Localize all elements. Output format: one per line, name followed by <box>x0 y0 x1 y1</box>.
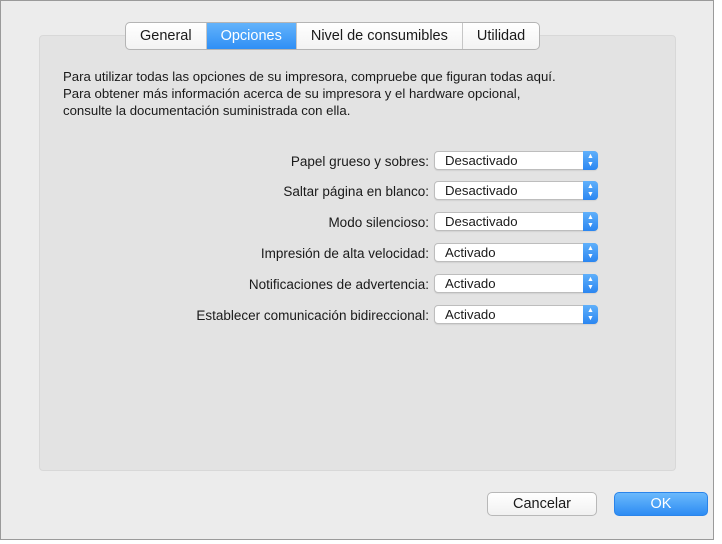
select-value: Desactivado <box>445 214 518 229</box>
option-row-saltar-pagina: Saltar página en blanco: Desactivado ▲ ▼ <box>1 181 722 203</box>
tab-nivel-de-consumibles[interactable]: Nivel de consumibles <box>297 23 463 49</box>
option-label: Saltar página en blanco: <box>283 184 429 199</box>
option-row-papel-grueso: Papel grueso y sobres: Desactivado ▲ ▼ <box>1 151 722 173</box>
select-value: Activado <box>445 245 496 260</box>
ok-button[interactable]: OK <box>614 492 708 516</box>
option-label: Papel grueso y sobres: <box>290 154 429 169</box>
intro-line-3: consulte la documentación suministrada c… <box>63 103 351 118</box>
updown-chevron-icon: ▲ ▼ <box>583 212 598 231</box>
updown-chevron-icon: ▲ ▼ <box>583 151 598 170</box>
option-label: Notificaciones de advertencia: <box>248 277 429 292</box>
tab-utilidad[interactable]: Utilidad <box>463 23 539 49</box>
tab-general[interactable]: General <box>126 23 207 49</box>
option-row-notificaciones: Notificaciones de advertencia: Activado … <box>1 274 722 296</box>
option-label: Impresión de alta velocidad: <box>260 246 429 261</box>
saltar-pagina-select[interactable]: Desactivado ▲ ▼ <box>434 181 598 200</box>
updown-chevron-icon: ▲ ▼ <box>583 305 598 324</box>
select-value: Activado <box>445 307 496 322</box>
cancel-button[interactable]: Cancelar <box>487 492 597 516</box>
updown-chevron-icon: ▲ ▼ <box>583 181 598 200</box>
tab-opciones[interactable]: Opciones <box>206 23 297 49</box>
intro-line-2: Para obtener más información acerca de s… <box>63 86 521 101</box>
comunicacion-bidireccional-select[interactable]: Activado ▲ ▼ <box>434 305 598 324</box>
notificaciones-select[interactable]: Activado ▲ ▼ <box>434 274 598 293</box>
papel-grueso-select[interactable]: Desactivado ▲ ▼ <box>434 151 598 170</box>
alta-velocidad-select[interactable]: Activado ▲ ▼ <box>434 243 598 262</box>
select-value: Desactivado <box>445 153 518 168</box>
option-label: Modo silencioso: <box>328 215 429 230</box>
select-value: Desactivado <box>445 183 518 198</box>
option-row-alta-velocidad: Impresión de alta velocidad: Activado ▲ ▼ <box>1 243 722 265</box>
option-row-modo-silencioso: Modo silencioso: Desactivado ▲ ▼ <box>1 212 722 234</box>
select-value: Activado <box>445 276 496 291</box>
intro-line-1: Para utilizar todas las opciones de su i… <box>63 69 556 84</box>
option-label: Establecer comunicación bidireccional: <box>196 308 429 323</box>
updown-chevron-icon: ▲ ▼ <box>583 274 598 293</box>
print-dialog-window: General Opciones Nivel de consumibles Ut… <box>0 0 714 540</box>
background-margin <box>714 0 722 544</box>
option-row-comunicacion-bidireccional: Establecer comunicación bidireccional: A… <box>1 305 722 327</box>
tab-bar: General Opciones Nivel de consumibles Ut… <box>125 22 541 50</box>
intro-text: Para utilizar todas las opciones de su i… <box>63 68 683 119</box>
modo-silencioso-select[interactable]: Desactivado ▲ ▼ <box>434 212 598 231</box>
updown-chevron-icon: ▲ ▼ <box>583 243 598 262</box>
